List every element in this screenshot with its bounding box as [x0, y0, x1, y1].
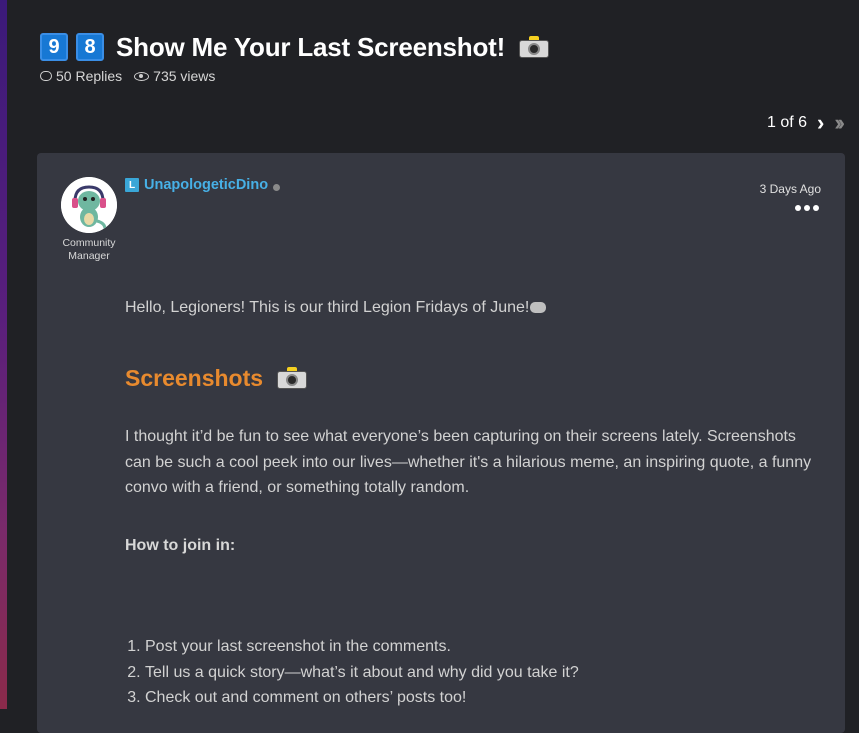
post-card: Community Manager L UnapologeticDino 3 D…	[37, 153, 845, 733]
camera-icon	[519, 36, 550, 58]
author-name-link[interactable]: UnapologeticDino	[144, 177, 268, 193]
author-role: Community Manager	[62, 237, 116, 262]
post-greeting: Hello, Legioners! This is our third Legi…	[125, 295, 825, 321]
pagination: 1 of 6 › ››	[766, 112, 845, 134]
steps-list: Post your last screenshot in the comment…	[125, 634, 825, 711]
status-dot	[273, 183, 281, 191]
double-chevron-right-icon[interactable]: ››	[834, 112, 844, 134]
left-decorative-edge	[0, 0, 7, 709]
replies-text: 50 Replies	[56, 68, 123, 84]
post-body: Hello, Legioners! This is our third Legi…	[125, 295, 825, 711]
number-badge-8: 8	[76, 33, 104, 61]
camera-icon	[277, 367, 308, 390]
more-options-icon[interactable]	[795, 205, 819, 211]
author-row: L UnapologeticDino	[125, 177, 281, 193]
comment-icon	[40, 71, 52, 81]
dino-avatar-image	[61, 177, 117, 233]
topic-title: Show Me Your Last Screenshot!	[116, 31, 506, 62]
topic-meta: 50 Replies 735 views	[40, 68, 839, 84]
replies-count: 50 Replies	[40, 68, 122, 84]
post-timestamp: 3 Days Ago	[759, 182, 821, 196]
avatar[interactable]	[61, 177, 117, 233]
views-count: 735 views	[134, 68, 215, 84]
chevron-right-icon[interactable]: ›	[817, 112, 824, 134]
topic-header: 9 8 Show Me Your Last Screenshot! 50 Rep…	[40, 30, 839, 84]
list-item: Tell us a quick story—what’s it about an…	[145, 660, 825, 686]
gamepad-icon	[530, 302, 547, 313]
section-heading: Screenshots	[125, 365, 825, 392]
how-to-label: How to join in:	[125, 536, 236, 554]
level-badge: L	[125, 178, 139, 192]
eye-icon	[134, 71, 150, 81]
post-paragraph: I thought it’d be fun to see what everyo…	[125, 428, 812, 496]
topic-title-row: 9 8 Show Me Your Last Screenshot!	[40, 30, 839, 64]
number-badge-9: 9	[40, 33, 68, 61]
views-text: 735 views	[153, 68, 216, 84]
list-item: Post your last screenshot in the comment…	[145, 634, 825, 660]
page-indicator: 1 of 6	[766, 114, 808, 131]
list-item: Check out and comment on others’ posts t…	[145, 685, 825, 711]
